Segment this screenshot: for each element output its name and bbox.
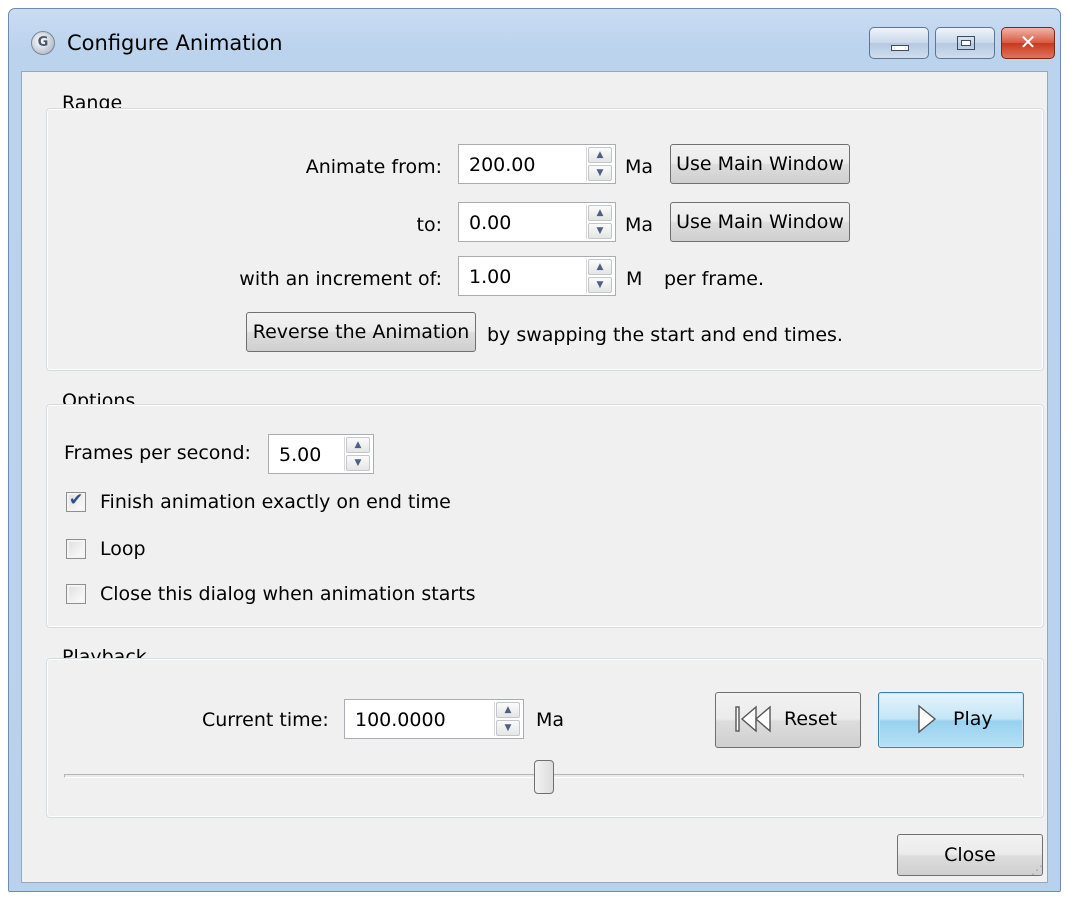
reverse-animation-button[interactable]: Reverse the Animation (246, 312, 476, 352)
to-use-main-window-button[interactable]: Use Main Window (670, 202, 850, 242)
play-icon (918, 704, 937, 734)
minimize-icon (891, 45, 909, 51)
increment-unit: M (626, 268, 643, 290)
to-value[interactable]: 0.00 (469, 212, 511, 234)
finish-on-end-label[interactable]: Finish animation exactly on end time (100, 491, 451, 513)
animate-from-use-main-window-button[interactable]: Use Main Window (670, 144, 850, 184)
spin-up-icon[interactable]: ▲ (588, 147, 612, 163)
loop-label[interactable]: Loop (100, 538, 146, 560)
spin-up-icon[interactable]: ▲ (588, 259, 612, 275)
spin-up-icon[interactable]: ▲ (588, 205, 612, 221)
fps-spinbox[interactable]: 5.00 ▲ ▼ (268, 434, 374, 474)
loop-checkbox[interactable] (66, 539, 86, 559)
to-label: to: (416, 214, 442, 236)
current-time-value[interactable]: 100.0000 (355, 709, 446, 731)
fps-value[interactable]: 5.00 (279, 444, 321, 466)
finish-on-end-checkbox[interactable] (66, 490, 86, 512)
spin-up-icon[interactable]: ▲ (346, 437, 370, 453)
close-on-start-label[interactable]: Close this dialog when animation starts (100, 583, 476, 605)
animate-from-value[interactable]: 200.00 (469, 154, 535, 176)
maximize-button[interactable] (935, 27, 995, 59)
to-arrows: ▲ ▼ (586, 205, 613, 239)
window-close-button[interactable]: ✕ (1001, 27, 1055, 59)
close-icon: ✕ (1019, 30, 1037, 54)
minimize-button[interactable] (869, 27, 929, 59)
current-time-spinbox[interactable]: 100.0000 ▲ ▼ (344, 699, 524, 739)
title-bar[interactable]: G Configure Animation ✕ (9, 9, 1060, 69)
to-unit: Ma (625, 214, 654, 236)
spin-down-icon[interactable]: ▼ (588, 277, 612, 293)
spin-down-icon[interactable]: ▼ (346, 455, 370, 471)
app-globe-icon: G (31, 31, 55, 55)
animate-from-label: Animate from: (305, 156, 442, 178)
current-time-unit: Ma (536, 709, 565, 731)
spin-down-icon[interactable]: ▼ (496, 720, 520, 736)
play-button[interactable]: Play (878, 692, 1024, 748)
window-title: Configure Animation (67, 31, 283, 55)
animate-from-arrows: ▲ ▼ (586, 147, 613, 181)
configure-animation-window: G Configure Animation ✕ Range Animate fr… (8, 8, 1061, 892)
resize-grip-icon[interactable]: ⋰ (1027, 862, 1043, 878)
animate-from-unit: Ma (625, 156, 654, 178)
close-on-start-checkbox[interactable] (66, 584, 86, 604)
to-spinbox[interactable]: 0.00 ▲ ▼ (458, 202, 616, 242)
time-slider-handle[interactable] (534, 760, 554, 794)
maximize-icon (957, 36, 975, 50)
increment-label: with an increment of: (239, 268, 442, 290)
fps-arrows: ▲ ▼ (344, 437, 371, 471)
skip-to-start-icon (735, 705, 771, 733)
animate-from-spinbox[interactable]: 200.00 ▲ ▼ (458, 144, 616, 184)
close-button[interactable]: Close (897, 834, 1043, 876)
current-time-label: Current time: (202, 709, 329, 731)
reset-label: Reset (784, 708, 838, 730)
reverse-hint: by swapping the start and end times. (487, 324, 843, 346)
dialog-body: Range Animate from: 200.00 ▲ ▼ Ma Use Ma… (21, 71, 1048, 883)
fps-label: Frames per second: (64, 442, 251, 464)
current-time-arrows: ▲ ▼ (494, 702, 521, 736)
reset-button[interactable]: Reset (715, 692, 861, 748)
increment-value[interactable]: 1.00 (469, 266, 511, 288)
spin-down-icon[interactable]: ▼ (588, 165, 612, 181)
increment-spinbox[interactable]: 1.00 ▲ ▼ (458, 256, 616, 296)
play-label: Play (953, 708, 993, 730)
per-frame-label: per frame. (664, 268, 764, 290)
spin-down-icon[interactable]: ▼ (588, 223, 612, 239)
increment-arrows: ▲ ▼ (586, 259, 613, 293)
spin-up-icon[interactable]: ▲ (496, 702, 520, 718)
